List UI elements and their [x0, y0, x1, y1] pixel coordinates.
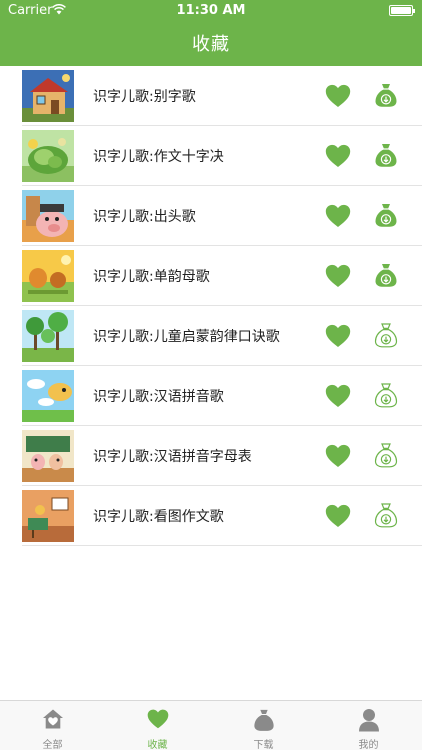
- page-title: 收藏: [192, 34, 230, 55]
- download-bag-outline-icon[interactable]: [374, 382, 398, 408]
- heart-icon[interactable]: [325, 444, 351, 468]
- heart-icon[interactable]: [325, 84, 351, 108]
- tab-label: 我的: [358, 740, 379, 750]
- list-item[interactable]: 识字儿歌:作文十字决: [22, 126, 422, 186]
- item-title: 识字儿歌:单韵母歌: [93, 269, 210, 285]
- tab-me[interactable]: 我的: [316, 701, 421, 750]
- tab-favorites[interactable]: 收藏: [105, 701, 210, 750]
- tab-bar: 全部 收藏 下载 我的: [0, 700, 422, 750]
- clock: 11:30 AM: [176, 3, 246, 18]
- thumbnail-image: [22, 430, 74, 482]
- download-bag-icon[interactable]: [374, 82, 398, 108]
- list-item[interactable]: 识字儿歌:儿童启蒙韵律口诀歌: [22, 306, 422, 366]
- thumbnail-image: [22, 190, 74, 242]
- heart-icon[interactable]: [325, 144, 351, 168]
- battery-icon: [389, 5, 415, 16]
- tab-label: 收藏: [147, 740, 168, 750]
- item-title: 识字儿歌:汉语拼音字母表: [93, 449, 252, 465]
- item-title: 识字儿歌:别字歌: [93, 89, 196, 105]
- download-bag-icon[interactable]: [374, 202, 398, 228]
- tab-label: 下载: [253, 740, 274, 750]
- tab-all[interactable]: 全部: [0, 701, 105, 750]
- item-title: 识字儿歌:出头歌: [93, 209, 196, 225]
- thumbnail-image: [22, 370, 74, 422]
- item-title: 识字儿歌:汉语拼音歌: [93, 389, 224, 405]
- house-heart-icon: [43, 709, 63, 729]
- item-title: 识字儿歌:儿童启蒙韵律口诀歌: [93, 329, 280, 345]
- download-bag-outline-icon[interactable]: [374, 442, 398, 468]
- status-bar: Carrier 11:30 AM: [0, 0, 422, 22]
- navigation-bar: Carrier 11:30 AM 收藏: [0, 0, 422, 66]
- thumbnail-image: [22, 70, 74, 122]
- download-bag-icon[interactable]: [374, 262, 398, 288]
- list-item[interactable]: 识字儿歌:汉语拼音歌: [22, 366, 422, 426]
- list-item[interactable]: 识字儿歌:汉语拼音字母表: [22, 426, 422, 486]
- thumbnail-image: [22, 250, 74, 302]
- thumbnail-image: [22, 130, 74, 182]
- download-bag-outline-icon[interactable]: [374, 502, 398, 528]
- heart-icon: [147, 709, 169, 729]
- list-item[interactable]: 识字儿歌:别字歌: [22, 66, 422, 126]
- download-bag-icon[interactable]: [374, 142, 398, 168]
- tab-label: 全部: [42, 740, 63, 750]
- person-icon: [359, 709, 379, 732]
- item-title: 识字儿歌:作文十字决: [93, 149, 224, 165]
- heart-icon[interactable]: [325, 204, 351, 228]
- download-bag-icon: [254, 709, 274, 731]
- favorites-list: 识字儿歌:别字歌 识字儿歌:作文十字决 识字儿歌:出头歌 识字儿歌:单韵母歌 识…: [0, 66, 422, 546]
- thumbnail-image: [22, 310, 74, 362]
- list-item[interactable]: 识字儿歌:看图作文歌: [22, 486, 422, 546]
- tab-downloads[interactable]: 下载: [211, 701, 316, 750]
- heart-icon[interactable]: [325, 324, 351, 348]
- heart-icon[interactable]: [325, 504, 351, 528]
- heart-icon[interactable]: [325, 264, 351, 288]
- item-title: 识字儿歌:看图作文歌: [93, 509, 224, 525]
- thumbnail-image: [22, 490, 74, 542]
- list-item[interactable]: 识字儿歌:单韵母歌: [22, 246, 422, 306]
- list-item[interactable]: 识字儿歌:出头歌: [22, 186, 422, 246]
- download-bag-outline-icon[interactable]: [374, 322, 398, 348]
- heart-icon[interactable]: [325, 384, 351, 408]
